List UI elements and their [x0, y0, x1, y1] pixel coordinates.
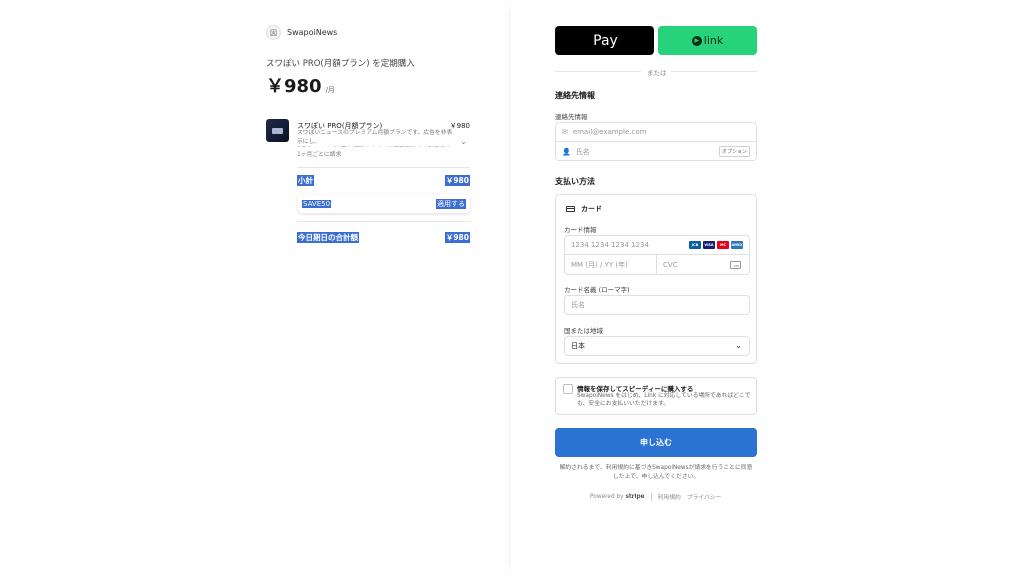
expiry-placeholder: MM (月) / YY (年)	[571, 260, 628, 269]
stripe-logo[interactable]: stripe	[625, 494, 644, 500]
expiry-input[interactable]: MM (月) / YY (年)	[564, 255, 657, 275]
subtotal-row: 小計 ￥980	[297, 175, 470, 186]
link-pay-button[interactable]: ▶ link	[658, 26, 757, 55]
subscribe-title: スワぽい PRO(月額プラン) を定期購入	[266, 59, 415, 69]
subscribe-button[interactable]: 申し込む	[555, 428, 757, 457]
contact-fields: ✉ email@example.com 👤 氏名 オプション	[555, 122, 757, 161]
person-icon: 👤	[562, 147, 571, 156]
cardholder-input[interactable]: 氏名	[564, 295, 750, 315]
visa-icon: VISA	[703, 241, 715, 249]
cardholder-label: カード名義 (ローマ字)	[564, 286, 630, 294]
payment-method-box: カード カード情報 1234 1234 1234 1234 JCB VISA M…	[555, 194, 757, 364]
cvc-icon: 135	[730, 261, 741, 269]
mastercard-icon: MC	[717, 241, 729, 249]
footer: Powered by stripe 利用規約 プライバシー	[590, 492, 721, 501]
link-arrow-icon: ▶	[691, 35, 702, 46]
contact-section-title: 連絡先情報	[555, 91, 595, 100]
card-number-input[interactable]: 1234 1234 1234 1234 JCB VISA MC AMEX	[564, 235, 750, 255]
save-info-checkbox[interactable]	[563, 384, 573, 394]
merchant-name: SwapoiNews	[287, 28, 338, 37]
mail-icon: ✉	[562, 128, 568, 136]
link-label: link	[703, 34, 724, 47]
order-summary-panel: 図 SwapoiNews スワぽい PRO(月額プラン) を定期購入 ￥980 …	[0, 0, 511, 576]
save-info-box: 情報を保存してスピーディーに購入する SwapoiNews をはじめ、Link …	[555, 377, 757, 415]
chevron-down-icon[interactable]: ⌄	[460, 137, 467, 146]
promo-code-value[interactable]: SAVE50	[302, 199, 332, 208]
card-tab-label: カード	[581, 205, 602, 213]
or-divider-left	[555, 71, 641, 72]
country-select[interactable]: 日本 ⌄	[564, 336, 750, 356]
product-thumbnail	[266, 119, 289, 142]
card-info-label: カード情報	[564, 226, 597, 234]
cvc-input[interactable]: CVC 135	[656, 255, 750, 275]
item-description: スワぽいニュースのプレミアム月額プランです。広告を非表示にし、 1日のスワイプ上…	[297, 130, 453, 145]
name-placeholder: 氏名	[575, 147, 590, 156]
apply-promo-button[interactable]: 適用する	[436, 198, 466, 209]
total-label: 今日期日の合計額	[297, 232, 359, 243]
name-field[interactable]: 👤 氏名 オプション	[556, 142, 756, 161]
item-billing-period: 1ヶ月ごとに請求	[297, 152, 342, 158]
or-divider-right	[671, 71, 757, 72]
card-number-placeholder: 1234 1234 1234 1234	[571, 241, 649, 249]
cvc-placeholder: CVC	[663, 260, 678, 269]
total-row: 今日期日の合計額 ￥980	[297, 232, 470, 243]
powered-by-text: Powered by stripe	[590, 494, 645, 500]
subtotal-value: ￥980	[444, 175, 470, 186]
contact-field-label: 連絡先情報	[555, 113, 588, 121]
price-display: ￥980 /月	[266, 72, 335, 98]
card-brands: JCB VISA MC AMEX	[689, 241, 743, 249]
merchant-logo: 図	[266, 25, 281, 40]
footer-separator	[650, 492, 652, 501]
powered-by-label: Powered by	[590, 493, 624, 500]
save-info-description: SwapoiNews をはじめ、Link に対応している場所であればどこで も、…	[577, 393, 751, 407]
price-amount: ￥980	[266, 76, 322, 97]
amex-icon: AMEX	[731, 241, 743, 249]
country-label: 国または地域	[564, 327, 603, 335]
or-text: または	[647, 69, 667, 77]
chevron-down-icon: ⌄	[735, 341, 742, 350]
credit-card-icon	[566, 206, 575, 212]
merchant-header[interactable]: 図 SwapoiNews	[266, 25, 337, 40]
jcb-icon: JCB	[689, 241, 701, 249]
total-value: ￥980	[444, 232, 470, 243]
terms-link[interactable]: 利用規約	[658, 492, 681, 501]
apple-pay-button[interactable]: Pay	[555, 26, 654, 55]
privacy-link[interactable]: プライバシー	[687, 492, 722, 501]
email-field[interactable]: ✉ email@example.com	[556, 123, 756, 142]
terms-notice: 解約されるまで、利用規約に基づきSwapoiNewsが請求を行うことに同意 した…	[559, 465, 753, 480]
expiry-cvc-row: MM (月) / YY (年) CVC 135	[564, 255, 750, 275]
subtotal-label: 小計	[297, 175, 314, 186]
cardholder-placeholder: 氏名	[571, 301, 585, 309]
divider	[297, 221, 470, 222]
payment-section-title: 支払い方法	[555, 177, 595, 186]
line-item: スワぽい PRO(月額プラン) ￥980 スワぽいニュースのプレミアム月額プラン…	[266, 119, 470, 163]
country-value: 日本	[571, 342, 585, 350]
email-placeholder: email@example.com	[572, 128, 647, 136]
card-tab[interactable]: カード	[566, 204, 602, 214]
price-period: /月	[325, 86, 335, 94]
promo-code-field[interactable]: SAVE50 適用する	[298, 194, 470, 213]
optional-badge: オプション	[718, 146, 750, 157]
apple-pay-label: Pay	[593, 32, 618, 49]
divider	[297, 167, 470, 168]
